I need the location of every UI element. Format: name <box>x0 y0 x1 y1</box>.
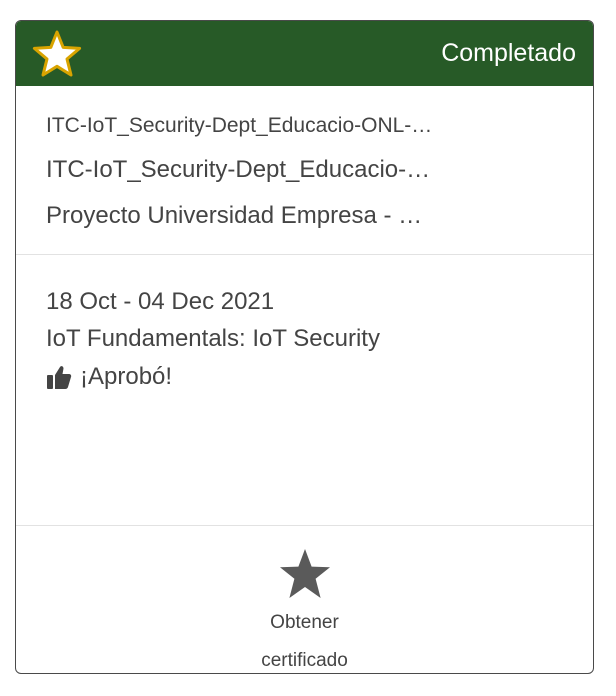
course-name: IoT Fundamentals: IoT Security <box>46 325 380 352</box>
course-list: ITC-IoT_Security-Dept_Educacio-ONL-… ITC… <box>16 86 593 255</box>
status-label: Completado <box>441 39 576 67</box>
card-header: Completado <box>16 21 593 86</box>
card-footer: Obtener certificado <box>16 526 593 673</box>
course-item: ITC-IoT_Security-Dept_Educacio-ONL-… <box>46 114 433 137</box>
star-icon <box>279 549 330 598</box>
date-range: 18 Oct - 04 Dec 2021 <box>46 288 275 315</box>
result-row: ¡Aprobó! <box>46 362 172 392</box>
course-card: Completado ITC-IoT_Security-Dept_Educaci… <box>15 20 594 674</box>
course-details: 18 Oct - 04 Dec 2021 IoT Fundamentals: I… <box>16 255 593 526</box>
star-icon <box>32 30 82 77</box>
result-text: ¡Aprobó! <box>80 363 173 390</box>
get-certificate-button[interactable]: Obtener certificado <box>16 548 593 673</box>
course-item: ITC-IoT_Security-Dept_Educacio-… <box>46 156 431 183</box>
get-certificate-label: Obtener certificado <box>261 612 348 671</box>
thumbs-up-icon <box>47 366 72 389</box>
course-item: Proyecto Universidad Empresa - … <box>46 202 423 229</box>
